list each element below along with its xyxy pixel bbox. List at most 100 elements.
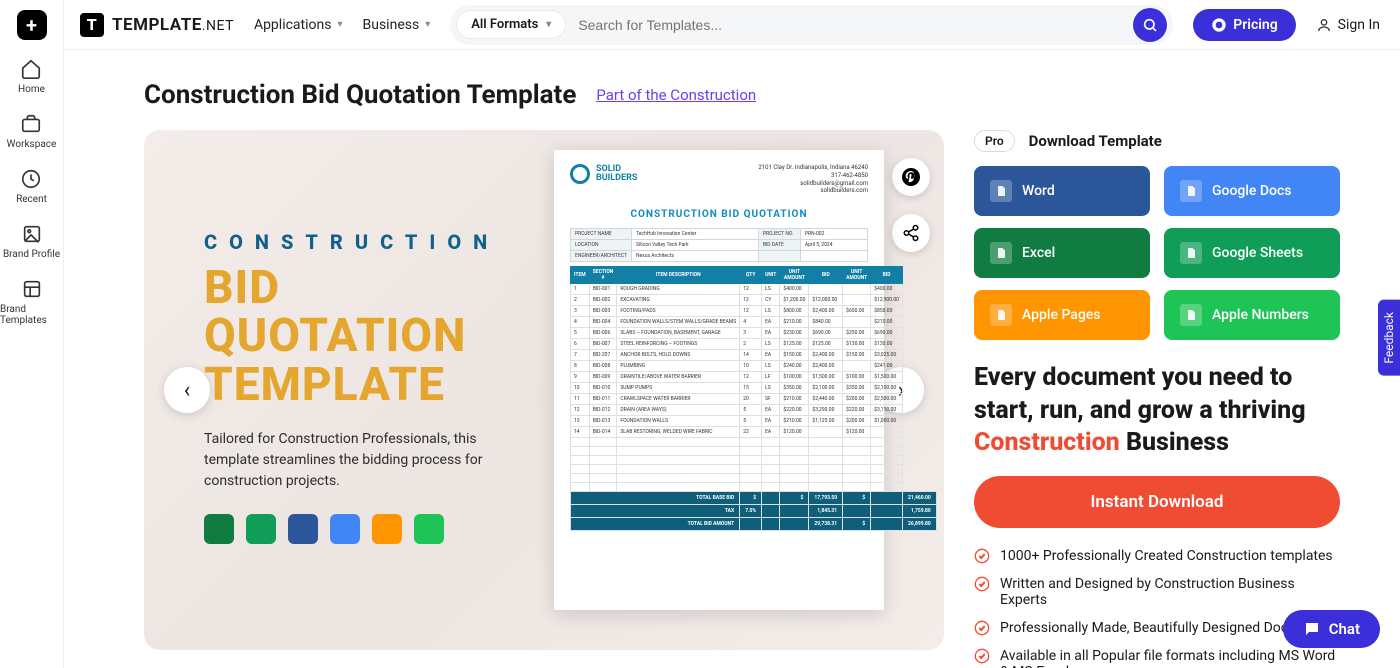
pricing-label: Pricing xyxy=(1233,17,1277,33)
search-input[interactable] xyxy=(578,17,1121,33)
page-title: Construction Bid Quotation Template xyxy=(144,80,576,110)
format-icons xyxy=(204,514,524,544)
download-button-label: Apple Pages xyxy=(1022,307,1101,323)
user-icon xyxy=(1316,17,1332,33)
preview-headline-2: QUOTATION xyxy=(204,312,524,360)
chat-icon xyxy=(1303,620,1321,638)
file-icon xyxy=(1180,180,1202,202)
pro-badge: Pro xyxy=(974,130,1015,152)
formats-filter[interactable]: All Formats ▾ xyxy=(456,10,566,39)
logo-text-primary: TEMPLATE xyxy=(112,15,202,35)
content: Construction Bid Quotation Template Part… xyxy=(64,50,1400,668)
file-icon xyxy=(990,304,1012,326)
chevron-down-icon: ▾ xyxy=(337,19,342,30)
download-google-sheets-button[interactable]: Google Sheets xyxy=(1164,228,1340,278)
title-row: Construction Bid Quotation Template Part… xyxy=(144,80,1340,110)
feature-text: 1000+ Professionally Created Constructio… xyxy=(1000,548,1333,564)
doc-data-grid: ITEMSECTION #ITEM DESCRIPTIONQTYUNITUNIT… xyxy=(570,266,937,531)
chat-button[interactable]: Chat xyxy=(1283,610,1380,648)
file-icon xyxy=(1180,304,1202,326)
check-icon xyxy=(974,648,990,668)
search-bar: All Formats ▾ xyxy=(450,5,1173,45)
nav-applications[interactable]: Applications ▾ xyxy=(254,17,343,33)
file-icon xyxy=(990,180,1012,202)
sidebar-item-label: Brand Profile xyxy=(3,249,60,260)
download-button-label: Excel xyxy=(1022,245,1055,261)
image-icon xyxy=(21,223,43,245)
apple-numbers-icon xyxy=(414,514,444,544)
search-icon xyxy=(1142,17,1158,33)
apple-pages-icon xyxy=(372,514,402,544)
formats-label: All Formats xyxy=(471,17,538,32)
nav-label: Applications xyxy=(254,17,332,33)
google-docs-icon xyxy=(330,514,360,544)
sidebar: + Home Workspace Recent Brand Profile Br… xyxy=(0,0,64,668)
tag-icon xyxy=(1211,17,1227,33)
share-icon xyxy=(902,224,920,242)
doc-title: CONSTRUCTION BID QUOTATION xyxy=(570,209,868,220)
create-button[interactable]: + xyxy=(17,10,47,40)
sidebar-item-workspace[interactable]: Workspace xyxy=(7,113,57,150)
feedback-tab[interactable]: Feedback xyxy=(1378,300,1400,376)
topbar: T TEMPLATE.NET Applications ▾ Business ▾… xyxy=(0,0,1400,50)
download-excel-button[interactable]: Excel xyxy=(974,228,1150,278)
doc-brand-icon xyxy=(570,164,590,184)
download-google-docs-button[interactable]: Google Docs xyxy=(1164,166,1340,216)
download-grid: Word Google Docs Excel Google Sheets Apple P… xyxy=(974,166,1340,340)
download-apple-numbers-button[interactable]: Apple Numbers xyxy=(1164,290,1340,340)
pricing-button[interactable]: Pricing xyxy=(1193,9,1295,41)
excel-icon xyxy=(204,514,234,544)
chevron-down-icon: ▾ xyxy=(546,19,551,30)
download-button-label: Google Sheets xyxy=(1212,245,1303,261)
promo-headline: Every document you need to start, run, a… xyxy=(974,362,1340,460)
layout-icon xyxy=(21,278,43,300)
download-button-label: Google Docs xyxy=(1212,183,1292,199)
document-preview: SOLID BUILDERS 2101 Clay Dr. Indianapoli… xyxy=(554,150,884,610)
sidebar-item-recent[interactable]: Recent xyxy=(16,168,47,205)
signin-label: Sign In xyxy=(1338,17,1380,33)
search-button[interactable] xyxy=(1133,8,1167,42)
feature-item: 1000+ Professionally Created Constructio… xyxy=(974,548,1340,564)
check-icon xyxy=(974,576,990,608)
signin-button[interactable]: Sign In xyxy=(1316,17,1380,33)
sidebar-item-brand-profile[interactable]: Brand Profile xyxy=(3,223,60,260)
preview-headline-1: BID xyxy=(204,264,524,312)
download-title: Download Template xyxy=(1029,132,1162,150)
home-icon xyxy=(20,58,42,80)
sidebar-item-home[interactable]: Home xyxy=(18,58,45,95)
preview-headline-3: TEMPLATE xyxy=(204,361,524,409)
doc-meta-table: PROJECT NAMETechHub Innovation CenterPRO… xyxy=(570,228,868,262)
download-header: Pro Download Template xyxy=(974,130,1340,152)
logo-mark-icon: T xyxy=(80,13,104,37)
pinterest-icon xyxy=(902,168,920,186)
right-column: Pro Download Template Word Google Docs Exc… xyxy=(974,130,1340,668)
collection-link[interactable]: Part of the Construction xyxy=(596,86,756,104)
google-sheets-icon xyxy=(246,514,276,544)
feature-item: Available in all Popular file formats in… xyxy=(974,648,1340,668)
feature-item: Written and Designed by Construction Bus… xyxy=(974,576,1340,608)
doc-brand: SOLID BUILDERS xyxy=(570,164,637,184)
nav-business[interactable]: Business ▾ xyxy=(363,17,431,33)
pinterest-button[interactable] xyxy=(892,158,930,196)
chevron-left-icon: ‹ xyxy=(184,378,191,403)
check-icon xyxy=(974,620,990,636)
word-icon xyxy=(288,514,318,544)
preview-description: Tailored for Construction Professionals,… xyxy=(204,429,524,492)
main-row: ‹ › CONSTRUCTION BID QUOTATION TEMPLATE … xyxy=(144,130,1340,668)
logo[interactable]: T TEMPLATE.NET xyxy=(80,13,234,37)
sidebar-item-label: Recent xyxy=(16,194,47,205)
doc-brand-name: SOLID BUILDERS xyxy=(596,165,637,183)
sidebar-item-label: Workspace xyxy=(7,139,57,150)
doc-address: 2101 Clay Dr. Indianapolis, Indiana 4624… xyxy=(758,164,868,195)
sidebar-item-brand-templates[interactable]: Brand Templates xyxy=(0,278,63,326)
download-apple-pages-button[interactable]: Apple Pages xyxy=(974,290,1150,340)
download-word-button[interactable]: Word xyxy=(974,166,1150,216)
sidebar-item-label: Brand Templates xyxy=(0,304,63,326)
chat-label: Chat xyxy=(1329,620,1360,638)
feature-text: Available in all Popular file formats in… xyxy=(1000,648,1340,668)
file-icon xyxy=(1180,242,1202,264)
download-button-label: Word xyxy=(1022,183,1055,199)
share-button[interactable] xyxy=(892,214,930,252)
instant-download-button[interactable]: Instant Download xyxy=(974,476,1340,528)
logo-text-suffix: .NET xyxy=(202,18,234,34)
